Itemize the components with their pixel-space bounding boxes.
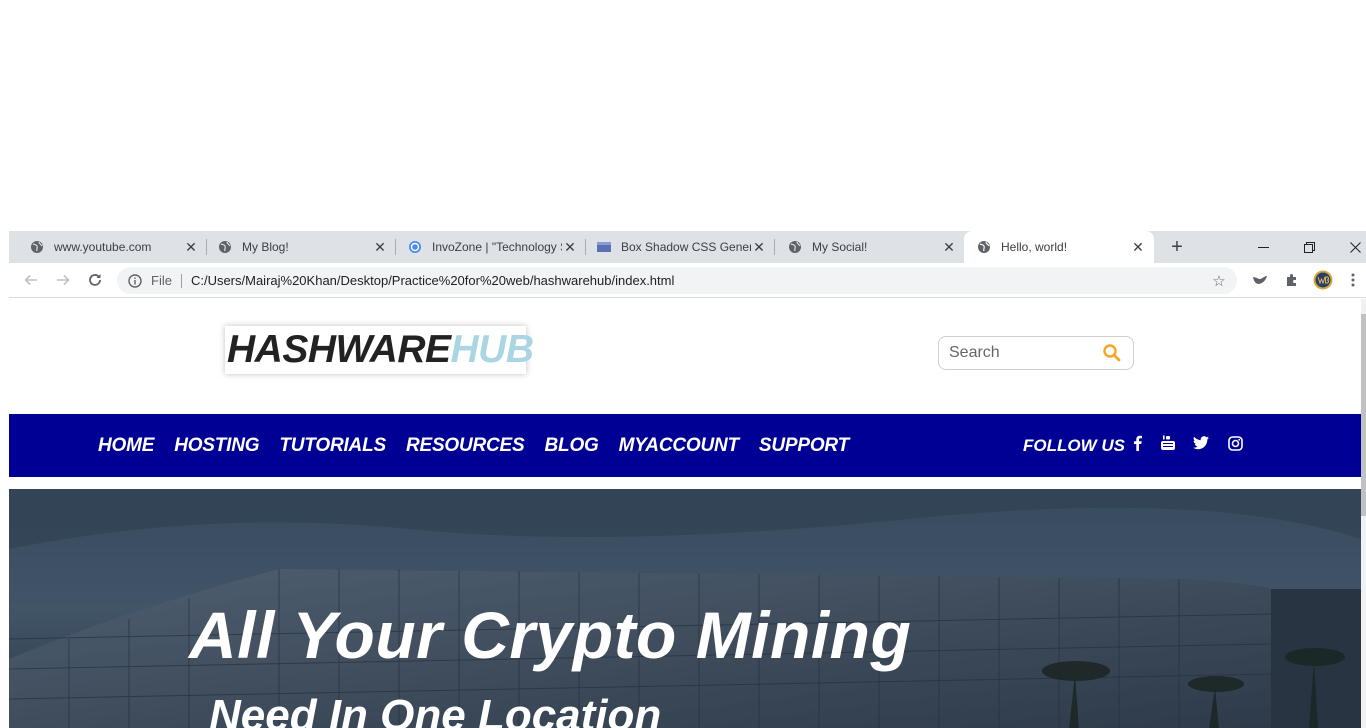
- youtube-icon[interactable]: [1158, 433, 1178, 453]
- tab-title: www.youtube.com: [54, 240, 152, 254]
- tab-invozone[interactable]: InvoZone | "Technology Solutions" ✕: [387, 231, 586, 263]
- tab-my-social[interactable]: My Social! ✕: [767, 231, 965, 263]
- close-window-button[interactable]: [1332, 231, 1366, 263]
- close-icon[interactable]: ✕: [372, 239, 388, 255]
- tab-my-blog[interactable]: My Blog! ✕: [197, 231, 396, 263]
- tab-title: Box Shadow CSS Generator: [621, 240, 751, 254]
- extension-bird-icon[interactable]: [1249, 269, 1271, 291]
- nav-item-tutorials[interactable]: TUTORIALS: [279, 435, 386, 457]
- hero-subheadline: Need In One Location: [209, 691, 662, 728]
- box-shadow-site-icon: [596, 239, 612, 255]
- hero-headline: All Your Crypto Mining: [189, 598, 912, 672]
- nav-item-home[interactable]: HOME: [98, 435, 154, 457]
- tab-title: InvoZone | "Technology Solutions": [432, 240, 562, 254]
- url-text[interactable]: C:/Users/Mairaj%20Khan/Desktop/Practice%…: [191, 273, 1207, 288]
- close-icon[interactable]: ✕: [941, 239, 957, 255]
- restore-icon: [1303, 241, 1315, 253]
- follow-us-label: FOLLOW US: [1023, 435, 1125, 455]
- main-navbar: HOME HOSTING TUTORIALS RESOURCES BLOG MY…: [9, 414, 1361, 482]
- back-button[interactable]: [19, 268, 43, 292]
- minimize-button[interactable]: [1240, 231, 1286, 263]
- instagram-icon[interactable]: [1225, 433, 1245, 453]
- globe-icon: [787, 239, 803, 255]
- site-logo[interactable]: HASHWARE HUB: [225, 326, 534, 374]
- tab-title: My Social!: [812, 240, 868, 254]
- web-page: HASHWAREHUB HOME HOSTING TUTORIALS RESOU…: [9, 299, 1361, 728]
- back-arrow-icon: [24, 274, 37, 286]
- omnibox-divider: [180, 273, 182, 288]
- close-icon[interactable]: ✕: [1130, 239, 1146, 255]
- search-input[interactable]: [939, 344, 1089, 362]
- globe-icon: [217, 239, 233, 255]
- nav-item-support[interactable]: SUPPORT: [759, 435, 849, 457]
- minimize-icon: [1257, 246, 1269, 248]
- forward-arrow-icon: [57, 274, 70, 286]
- scheme-label: File: [151, 273, 172, 288]
- nav-item-hosting[interactable]: HOSTING: [174, 435, 259, 457]
- restore-button[interactable]: [1286, 231, 1332, 263]
- tab-strip: www.youtube.com ✕ My Blog! ✕ InvoZone | …: [9, 231, 1366, 263]
- menu-kebab-icon[interactable]: [1345, 269, 1361, 291]
- close-icon[interactable]: ✕: [751, 239, 767, 255]
- search-icon[interactable]: [1102, 343, 1122, 363]
- nav-item-myaccount[interactable]: MYACCOUNT: [619, 435, 739, 457]
- address-bar[interactable]: File C:/Users/Mairaj%20Khan/Desktop/Prac…: [117, 267, 1237, 294]
- forward-button[interactable]: [51, 268, 75, 292]
- tab-title: Hello, world!: [1001, 240, 1068, 254]
- profile-avatar[interactable]: [1312, 269, 1334, 291]
- nav-menu: HOME HOSTING TUTORIALS RESOURCES BLOG MY…: [98, 414, 869, 477]
- search-box: [938, 336, 1134, 370]
- tab-box-shadow[interactable]: Box Shadow CSS Generator ✕: [576, 231, 775, 263]
- tab-title: My Blog!: [242, 240, 289, 254]
- nav-item-resources[interactable]: RESOURCES: [406, 435, 525, 457]
- screen: www.youtube.com ✕ My Blog! ✕ InvoZone | …: [0, 0, 1366, 728]
- info-icon[interactable]: [127, 273, 143, 289]
- browser-window: www.youtube.com ✕ My Blog! ✕ InvoZone | …: [9, 231, 1366, 728]
- extensions-puzzle-icon[interactable]: [1281, 269, 1303, 291]
- browser-toolbar: File C:/Users/Mairaj%20Khan/Desktop/Prac…: [9, 263, 1366, 298]
- tab-hello-world[interactable]: Hello, world! ✕: [964, 231, 1154, 263]
- page-scrollbar[interactable]: [1361, 299, 1366, 728]
- hero-banner: All Your Crypto Mining Need In One Locat…: [9, 489, 1361, 728]
- close-window-icon: [1349, 241, 1361, 253]
- tab-youtube[interactable]: www.youtube.com ✕: [9, 231, 207, 263]
- reload-icon: [89, 274, 101, 286]
- facebook-icon[interactable]: [1127, 433, 1147, 453]
- reload-button[interactable]: [83, 268, 107, 292]
- nav-item-blog[interactable]: BLOG: [545, 435, 599, 457]
- logo-part-1: HASHWARE: [227, 328, 451, 371]
- globe-icon: [29, 239, 45, 255]
- globe-icon: [976, 239, 992, 255]
- new-tab-button[interactable]: +: [1165, 235, 1189, 259]
- twitter-icon[interactable]: [1191, 433, 1211, 453]
- invozone-icon: [407, 239, 423, 255]
- bookmark-star-icon[interactable]: ☆: [1207, 269, 1231, 293]
- scrollbar-thumb[interactable]: [1361, 314, 1366, 516]
- logo-part-2: HUB: [450, 328, 535, 371]
